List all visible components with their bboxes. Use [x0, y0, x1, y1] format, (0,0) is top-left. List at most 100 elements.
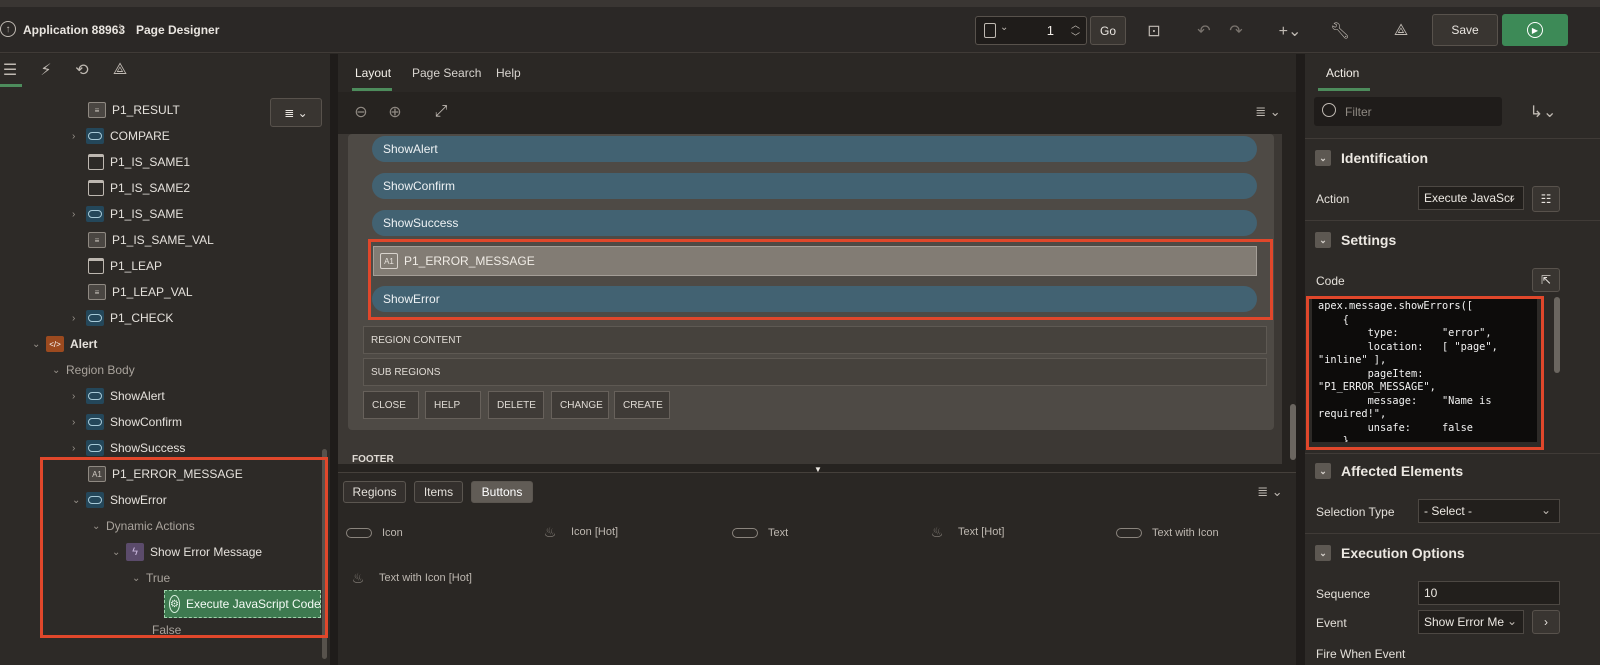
go-to-group-icon[interactable]: ↳⌄	[1527, 100, 1559, 124]
zoom-in-icon[interactable]: ⊕	[384, 101, 406, 123]
gallery-tab-items[interactable]: Items	[414, 481, 463, 503]
stepper-down-icon[interactable]: ﹀	[1071, 30, 1080, 43]
code-scrollbar[interactable]	[1554, 297, 1560, 373]
canvas-scrollbar[interactable]	[1290, 404, 1296, 460]
save-button[interactable]: Save	[1432, 14, 1498, 46]
tree-item-p1-is-same2[interactable]: P1_IS_SAME2	[88, 176, 190, 200]
up-arrow-icon[interactable]: ↑	[0, 21, 16, 37]
tree-item-p1-result[interactable]: ≡ P1_RESULT	[88, 98, 180, 122]
tree-item-label: P1_RESULT	[112, 103, 180, 117]
gallery-item-text-with-icon[interactable]: Text with Icon	[1116, 527, 1219, 539]
section-settings[interactable]: ⌄ Settings	[1315, 232, 1396, 248]
tree-item-p1-is-same[interactable]: › P1_IS_SAME	[72, 202, 183, 226]
tree-item-showalert[interactable]: › ShowAlert	[72, 384, 165, 408]
utilities-wrench-icon[interactable]: 🔧︎	[1322, 19, 1358, 43]
right-splitter[interactable]	[1296, 54, 1305, 665]
processing-tab-icon[interactable]: ⟲	[72, 60, 92, 80]
slot-create[interactable]: CREATE	[614, 391, 670, 419]
tree-item-p1-is-same1[interactable]: P1_IS_SAME1	[88, 150, 190, 174]
header-bar: ↑ Application 88963 \ Page Designer ⌄ 1 …	[0, 7, 1600, 53]
go-button[interactable]: Go	[1090, 16, 1126, 45]
slot-sub-regions[interactable]: SUB REGIONS	[363, 358, 1267, 386]
chevron-right-icon[interactable]: ›	[72, 209, 86, 220]
tree-menu-button[interactable]: ≣ ⌄	[270, 98, 322, 127]
page-number-field[interactable]: 1	[1047, 23, 1054, 38]
button-showalert[interactable]: ShowAlert	[372, 136, 1257, 162]
slot-region-content[interactable]: REGION CONTENT	[363, 326, 1267, 354]
left-splitter[interactable]	[330, 54, 338, 665]
dynamic-actions-tab-icon[interactable]: ⚡︎	[36, 60, 56, 80]
tree-item-label: P1_LEAP	[110, 259, 163, 273]
tree-item-p1-check[interactable]: › P1_CHECK	[72, 306, 173, 330]
gallery-item-text-with-icon-hot[interactable]: ♨︎ Text with Icon [Hot]	[345, 570, 472, 586]
filter-input[interactable]: Filter	[1314, 97, 1502, 126]
hot-button-icon: ♨︎	[351, 570, 365, 586]
gallery-item-text[interactable]: Text	[732, 527, 788, 539]
tab-help[interactable]: Help	[496, 66, 521, 80]
chevron-down-icon[interactable]: ⌄	[32, 339, 46, 350]
tree-item-alert[interactable]: ⌄ </> Alert	[32, 332, 97, 356]
tree-item-p1-leap[interactable]: P1_LEAP	[88, 254, 162, 278]
chevron-right-icon[interactable]: ›	[72, 443, 86, 454]
app-link[interactable]: Application 88963	[23, 23, 125, 37]
expand-icon[interactable]: ⤢	[430, 101, 452, 123]
undo-icon[interactable]: ↶	[1192, 19, 1216, 43]
button-showsuccess[interactable]: ShowSuccess	[372, 210, 1257, 236]
tab-action[interactable]: Action	[1326, 66, 1359, 80]
slot-change[interactable]: CHANGE	[551, 391, 609, 419]
highlight-box-tree	[40, 457, 328, 638]
page-selector[interactable]: ⌄ 1 ︿ ﹀	[975, 16, 1087, 45]
slot-close[interactable]: CLOSE	[363, 391, 419, 419]
tree-item-showconfirm[interactable]: › ShowConfirm	[72, 410, 182, 434]
chevron-down-icon: ⌄	[1000, 22, 1009, 33]
zoom-out-icon[interactable]: ⊖	[350, 101, 372, 123]
gallery-item-icon-hot[interactable]: ♨︎ Icon [Hot]	[537, 524, 618, 540]
tree-item-label: P1_LEAP_VAL	[112, 285, 193, 299]
pill-button-icon	[346, 528, 372, 538]
action-select[interactable]: Execute JavaScr ⌄	[1418, 186, 1524, 210]
tab-layout[interactable]: Layout	[355, 66, 391, 80]
add-menu-icon[interactable]: +⌄	[1272, 19, 1308, 43]
tree-item-p1-leap-val[interactable]: ≡ P1_LEAP_VAL	[88, 280, 193, 304]
rendering-tab-icon[interactable]: ☰	[0, 60, 20, 80]
gallery-menu-icon[interactable]: ≣ ⌄	[1254, 481, 1286, 503]
section-execution-options[interactable]: ⌄ Execution Options	[1315, 545, 1465, 561]
chevron-down-icon[interactable]: ⌄	[52, 365, 66, 376]
gallery-item-text-hot[interactable]: ♨︎ Text [Hot]	[924, 524, 1005, 540]
tab-page-search[interactable]: Page Search	[412, 66, 481, 80]
selection-type-value: - Select -	[1424, 504, 1473, 518]
chevron-right-icon[interactable]: ›	[72, 417, 86, 428]
gallery-tab-regions[interactable]: Regions	[343, 481, 406, 503]
sequence-field[interactable]: 10	[1418, 581, 1560, 605]
section-identification[interactable]: ⌄ Identification	[1315, 150, 1428, 166]
code-editor-expand-button[interactable]: ⇱	[1532, 268, 1560, 292]
section-divider	[1305, 220, 1600, 221]
selection-type-select[interactable]: - Select - ⌄	[1418, 499, 1560, 523]
event-select[interactable]: Show Error Me ⌄	[1418, 610, 1524, 634]
event-label: Event	[1316, 616, 1347, 630]
button-showconfirm[interactable]: ShowConfirm	[372, 173, 1257, 199]
event-go-button[interactable]: ›	[1532, 610, 1560, 634]
tree-item-p1-is-same-val[interactable]: ≡ P1_IS_SAME_VAL	[88, 228, 214, 252]
run-button[interactable]: ▶	[1502, 14, 1568, 46]
gallery-tab-buttons[interactable]: Buttons	[471, 481, 533, 503]
chevron-right-icon[interactable]: ›	[72, 313, 86, 324]
shared-components-tab-icon[interactable]: ⟁	[110, 60, 130, 80]
chevron-right-icon[interactable]: ›	[72, 131, 86, 142]
list-of-values-button[interactable]: ☷	[1532, 186, 1560, 212]
shared-components-icon[interactable]: ⟁	[1389, 19, 1413, 43]
chevron-right-icon[interactable]: ›	[72, 391, 86, 402]
text-item-icon: ≡	[88, 284, 106, 300]
gallery-item-icon[interactable]: Icon	[346, 527, 403, 539]
layout-menu-icon[interactable]: ≣ ⌄	[1252, 101, 1284, 123]
slot-help[interactable]: HELP	[425, 391, 481, 419]
section-affected-elements[interactable]: ⌄ Affected Elements	[1315, 463, 1463, 479]
collapse-icon: ⌄	[1315, 545, 1331, 561]
tree-item-region-body[interactable]: ⌄ Region Body	[52, 358, 135, 382]
lock-icon[interactable]: ⊡	[1142, 19, 1166, 43]
section-title: Identification	[1341, 150, 1429, 166]
chevron-down-icon: ⌄	[1506, 614, 1517, 628]
redo-icon[interactable]: ↷	[1224, 19, 1248, 43]
tree-item-compare[interactable]: › COMPARE	[72, 124, 170, 148]
slot-delete[interactable]: DELETE	[488, 391, 544, 419]
